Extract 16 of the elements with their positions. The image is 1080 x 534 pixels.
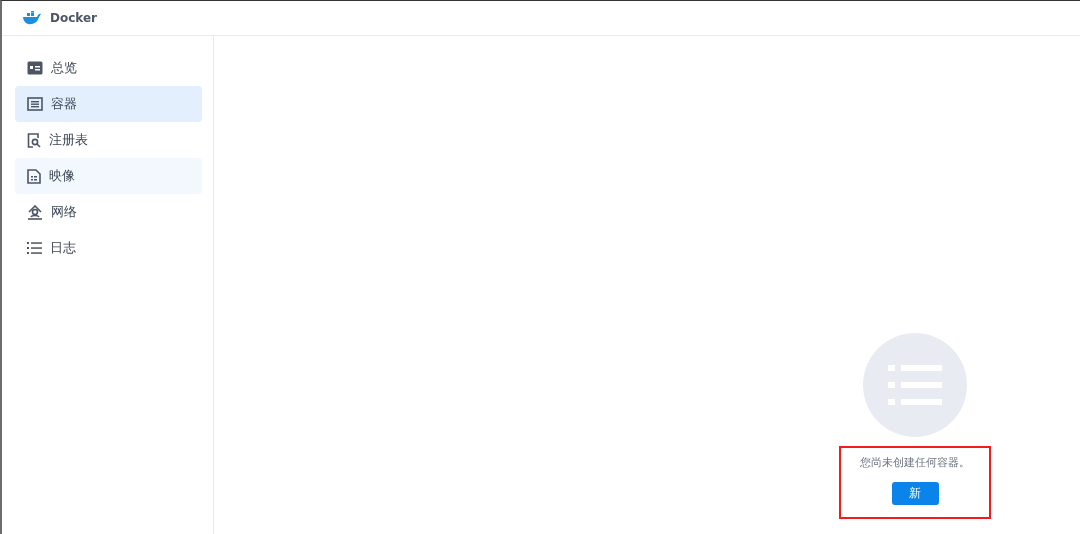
sidebar-item[interactable]: 网络: [15, 194, 202, 230]
network-icon: [27, 204, 43, 220]
sidebar-item[interactable]: 映像: [15, 158, 202, 194]
whale-logo-icon: [22, 11, 42, 25]
search-document-icon: [27, 132, 41, 148]
sidebar-item[interactable]: 日志: [15, 230, 202, 266]
list-icon: [27, 242, 42, 254]
list-icon: [27, 97, 43, 111]
dashboard-icon: [27, 61, 43, 75]
window-title: Docker: [50, 11, 98, 25]
sidebar-item[interactable]: 总览: [15, 50, 202, 86]
file-icon: [27, 168, 41, 184]
empty-message: 您尚未创建任何容器。: [860, 456, 970, 470]
create-button[interactable]: 新: [891, 482, 939, 505]
sidebar-item[interactable]: 注册表: [15, 122, 202, 158]
sidebar-item[interactable]: 容器: [15, 86, 202, 122]
